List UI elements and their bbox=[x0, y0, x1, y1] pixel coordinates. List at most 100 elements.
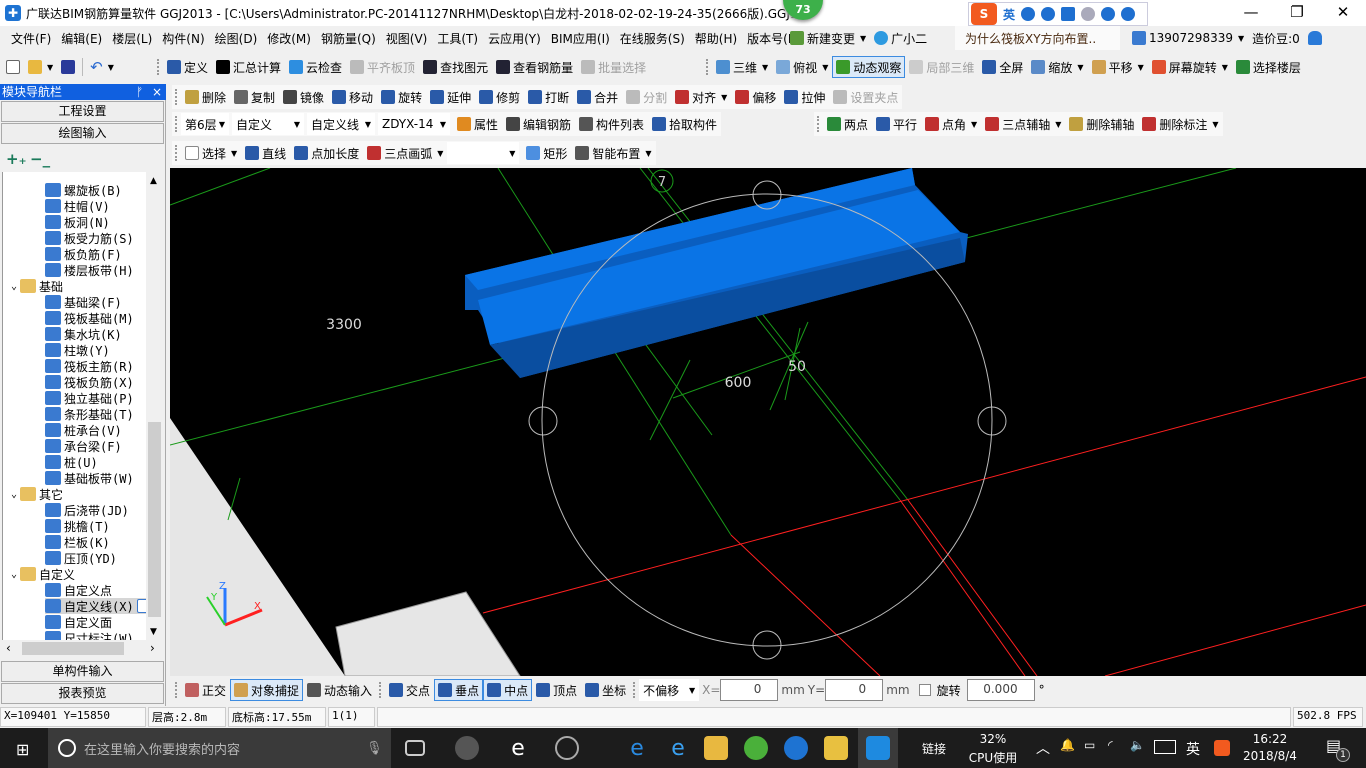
select-3[interactable]: ZDYX-14 ▼ bbox=[378, 113, 450, 135]
bell-icon[interactable] bbox=[1307, 31, 1322, 45]
3d-viewport[interactable]: 7 3300 600 50 Z X Y bbox=[170, 168, 1366, 676]
tree-item[interactable]: 集水坑(K) bbox=[45, 326, 122, 342]
dropdown-arrow-icon[interactable]: ▼ bbox=[1212, 120, 1218, 129]
break-button[interactable]: 打断 bbox=[524, 86, 573, 108]
select-1[interactable]: 自定义 ▼ bbox=[232, 113, 304, 135]
dropdown-arrow-icon[interactable]: ▼ bbox=[1138, 63, 1144, 72]
dropdown-arrow-icon[interactable]: ▼ bbox=[822, 63, 828, 72]
rotate-button[interactable]: 旋转 bbox=[377, 86, 426, 108]
menu-item[interactable]: 绘图(D) bbox=[210, 30, 263, 47]
midpoint-button[interactable]: 中点 bbox=[483, 679, 533, 701]
close-button[interactable]: ✕ bbox=[1320, 0, 1366, 26]
line-button[interactable]: 直线 bbox=[241, 142, 290, 164]
volume-icon[interactable]: 🔈 bbox=[1130, 738, 1145, 752]
sogou-tray-icon[interactable] bbox=[1214, 740, 1230, 756]
tree-item[interactable]: 承台梁(F) bbox=[45, 438, 122, 454]
edit-rebar-button[interactable]: 编辑钢筋 bbox=[502, 113, 575, 135]
tree-item[interactable]: 筏板主筋(R) bbox=[45, 358, 134, 374]
arc-mode-select[interactable]: ▼ bbox=[447, 142, 520, 164]
x-input[interactable]: 0 bbox=[720, 679, 779, 701]
wrench-icon[interactable] bbox=[1121, 7, 1136, 21]
new-change-button[interactable]: 新建变更 ▼ bbox=[786, 27, 870, 49]
input-language[interactable]: 英 bbox=[1186, 739, 1200, 759]
notification-bell-icon[interactable]: 🔔 bbox=[1060, 738, 1075, 752]
menu-item[interactable]: 云应用(Y) bbox=[483, 30, 546, 47]
trim-button[interactable]: 修剪 bbox=[475, 86, 524, 108]
single-input-button[interactable]: 单构件输入 bbox=[1, 661, 164, 682]
dropdown-arrow-icon[interactable]: ▼ bbox=[721, 93, 727, 102]
rotate-input[interactable]: 0.000 bbox=[966, 679, 1035, 701]
menu-item[interactable]: 编辑(E) bbox=[56, 30, 107, 47]
edge-icon[interactable]: e bbox=[506, 736, 530, 761]
dropdown-arrow-icon[interactable]: ▼ bbox=[645, 149, 651, 158]
tree-item[interactable]: 压顶(YD) bbox=[45, 550, 117, 566]
edge-browser-icon[interactable]: e bbox=[625, 736, 649, 761]
object-snap-button[interactable]: 对象捕捉 bbox=[230, 679, 304, 701]
tree-item[interactable]: 板负筋(F) bbox=[45, 246, 122, 262]
browser-360-icon[interactable] bbox=[744, 736, 768, 760]
rotate-checkbox[interactable] bbox=[918, 684, 931, 696]
user-account-button[interactable]: 13907298339 ▼ bbox=[1128, 27, 1248, 49]
top-view-button[interactable]: 俯视 ▼ bbox=[772, 56, 832, 78]
tree-folder[interactable]: ⌄ 其它 bbox=[11, 486, 63, 502]
align-top-button[interactable]: 平齐板顶 bbox=[346, 56, 419, 78]
three-point-axis-button[interactable]: 三点辅轴 ▼ bbox=[981, 113, 1065, 135]
screen-rotate-button[interactable]: 屏幕旋转 ▼ bbox=[1148, 56, 1232, 78]
keyboard-icon[interactable] bbox=[1061, 7, 1076, 21]
dynamic-input-button[interactable]: 动态输入 bbox=[303, 679, 376, 701]
menu-item[interactable]: 视图(V) bbox=[381, 30, 433, 47]
glasses-button[interactable]: 查看钢筋量 bbox=[492, 56, 577, 78]
point-length-button[interactable]: 点加长度 bbox=[290, 142, 363, 164]
menu-item[interactable]: 钢筋量(Q) bbox=[316, 30, 381, 47]
report-preview-button[interactable]: 报表预览 bbox=[1, 683, 164, 704]
ggj-taskbar-button[interactable] bbox=[858, 728, 898, 768]
cube-button[interactable]: 三维 ▼ bbox=[712, 56, 772, 78]
coordinate-button[interactable]: 坐标 bbox=[581, 679, 630, 701]
undo-button[interactable]: ↶ ▼ bbox=[86, 56, 118, 78]
tree-item[interactable]: 筏板基础(M) bbox=[45, 310, 134, 326]
mirror-button[interactable]: 镜像 bbox=[279, 86, 328, 108]
align-button[interactable]: 对齐 ▼ bbox=[671, 86, 731, 108]
notes-icon[interactable] bbox=[824, 736, 848, 760]
app-swirl-icon[interactable] bbox=[555, 736, 579, 760]
wifi-icon[interactable]: ◜ bbox=[1108, 738, 1113, 752]
zoom-button[interactable]: 缩放 ▼ bbox=[1027, 56, 1087, 78]
tree-item[interactable]: 自定义点 bbox=[45, 582, 112, 598]
tree-item[interactable]: 挑檐(T) bbox=[45, 518, 110, 534]
chevron-down-icon[interactable]: ⌄ bbox=[11, 281, 17, 292]
project-settings-button[interactable]: 工程设置 bbox=[1, 101, 164, 122]
save-button[interactable] bbox=[57, 56, 79, 78]
offset-select[interactable]: 不偏移 ▼ bbox=[639, 679, 700, 701]
select-floor-button[interactable]: 选择楼层 bbox=[1232, 56, 1305, 78]
dropdown-arrow-icon[interactable]: ▼ bbox=[1222, 63, 1228, 72]
menu-item[interactable]: 工具(T) bbox=[432, 30, 483, 47]
tree-item[interactable]: 螺旋板(B) bbox=[45, 182, 122, 198]
perpendicular-button[interactable]: 垂点 bbox=[434, 679, 484, 701]
list-view-icon[interactable] bbox=[136, 599, 146, 613]
task-view-icon[interactable] bbox=[405, 740, 425, 756]
ime-toolbar[interactable]: S 英 bbox=[968, 2, 1148, 26]
tree-item[interactable]: 基础梁(F) bbox=[45, 294, 122, 310]
hscroll-thumb[interactable] bbox=[22, 642, 124, 655]
grip-point-button[interactable]: 设置夹点 bbox=[829, 86, 902, 108]
orbit-button[interactable]: 动态观察 bbox=[832, 56, 906, 78]
arc-button[interactable]: 三点画弧 ▼ bbox=[363, 142, 447, 164]
extend-button[interactable]: 延伸 bbox=[426, 86, 475, 108]
user-card-icon[interactable] bbox=[1081, 7, 1096, 21]
clock-time[interactable]: 16:22 bbox=[1244, 732, 1296, 746]
tray-chevron-icon[interactable]: ︿ bbox=[1036, 738, 1050, 758]
menu-item[interactable]: 楼层(L) bbox=[107, 30, 157, 47]
delete-axis-button[interactable]: 删除辅轴 bbox=[1065, 113, 1138, 135]
tree-item[interactable]: 柱墩(Y) bbox=[45, 342, 110, 358]
new-file-button[interactable] bbox=[2, 56, 24, 78]
tree-vertical-scrollbar[interactable]: ▲ ▼ bbox=[146, 172, 163, 640]
menu-item[interactable]: 在线服务(S) bbox=[615, 30, 690, 47]
microphone-icon[interactable]: 🎙 bbox=[366, 741, 383, 756]
tree-item[interactable]: 自定义线(X) bbox=[45, 598, 146, 614]
tree-item[interactable]: 板受力筋(S) bbox=[45, 230, 134, 246]
two-point-axis-button[interactable]: 两点 bbox=[823, 113, 872, 135]
scroll-thumb[interactable] bbox=[148, 422, 161, 617]
chevron-down-icon[interactable]: ⌄ bbox=[11, 489, 17, 500]
pan-hand-button[interactable]: 平移 ▼ bbox=[1088, 56, 1148, 78]
glodon-g-icon[interactable] bbox=[784, 736, 808, 760]
